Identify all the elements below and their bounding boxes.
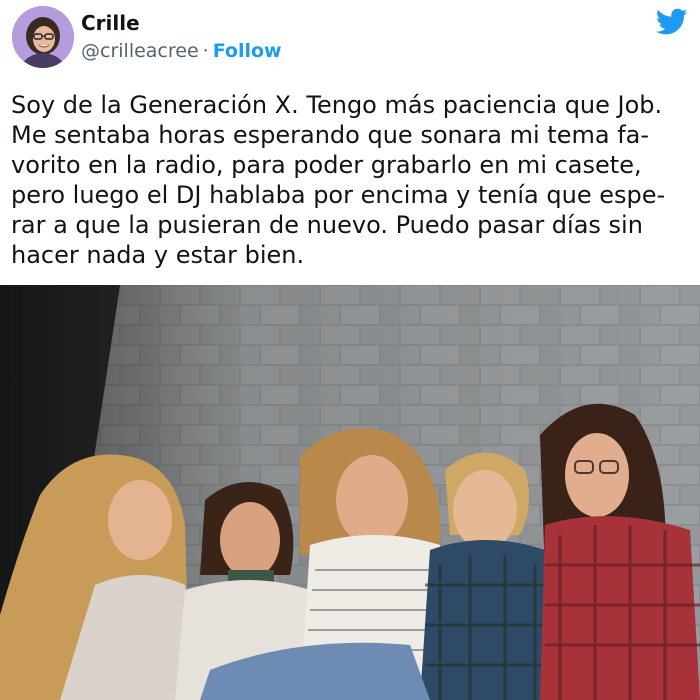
separator-dot: · [202, 40, 209, 62]
handle-row: @crilleacree · Follow [81, 38, 282, 64]
tweet-photo[interactable] [0, 285, 700, 700]
avatar[interactable] [12, 6, 74, 68]
follow-button[interactable]: Follow [213, 40, 282, 62]
tweet-header: Crille @crilleacree · Follow [0, 0, 700, 80]
avatar-portrait [12, 6, 74, 68]
user-handle[interactable]: @crilleacree [81, 40, 199, 62]
tweet-text: Soy de la Generación X. Tengo más pacien… [11, 91, 666, 269]
twitter-bird-icon[interactable] [655, 8, 688, 36]
display-name[interactable]: Crille [81, 10, 140, 36]
photo-five-friends [0, 285, 700, 700]
tweet-card: Crille @crilleacree · Follow Soy de la Gen… [0, 0, 700, 700]
